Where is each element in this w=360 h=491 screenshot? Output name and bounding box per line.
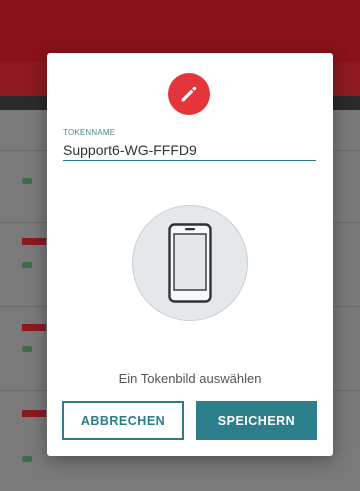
list-marker [22,410,46,417]
cancel-button[interactable]: ABBRECHEN [62,401,184,440]
pick-image-text: Ein Tokenbild auswählen [118,371,262,386]
token-name-input[interactable] [63,139,316,161]
list-marker [22,324,46,331]
list-marker [22,178,32,184]
pencil-icon [168,73,210,115]
token-name-label: TOKENNAME [63,128,116,137]
list-marker [22,262,32,268]
smartphone-icon [168,223,212,303]
edit-token-dialog: TOKENNAME Ein Tokenbild auswählen ABBREC… [47,53,333,456]
list-marker [22,238,46,245]
token-image-picker[interactable] [132,205,248,321]
list-marker [22,346,32,352]
save-button[interactable]: SPEICHERN [196,401,317,440]
list-marker [22,456,32,462]
